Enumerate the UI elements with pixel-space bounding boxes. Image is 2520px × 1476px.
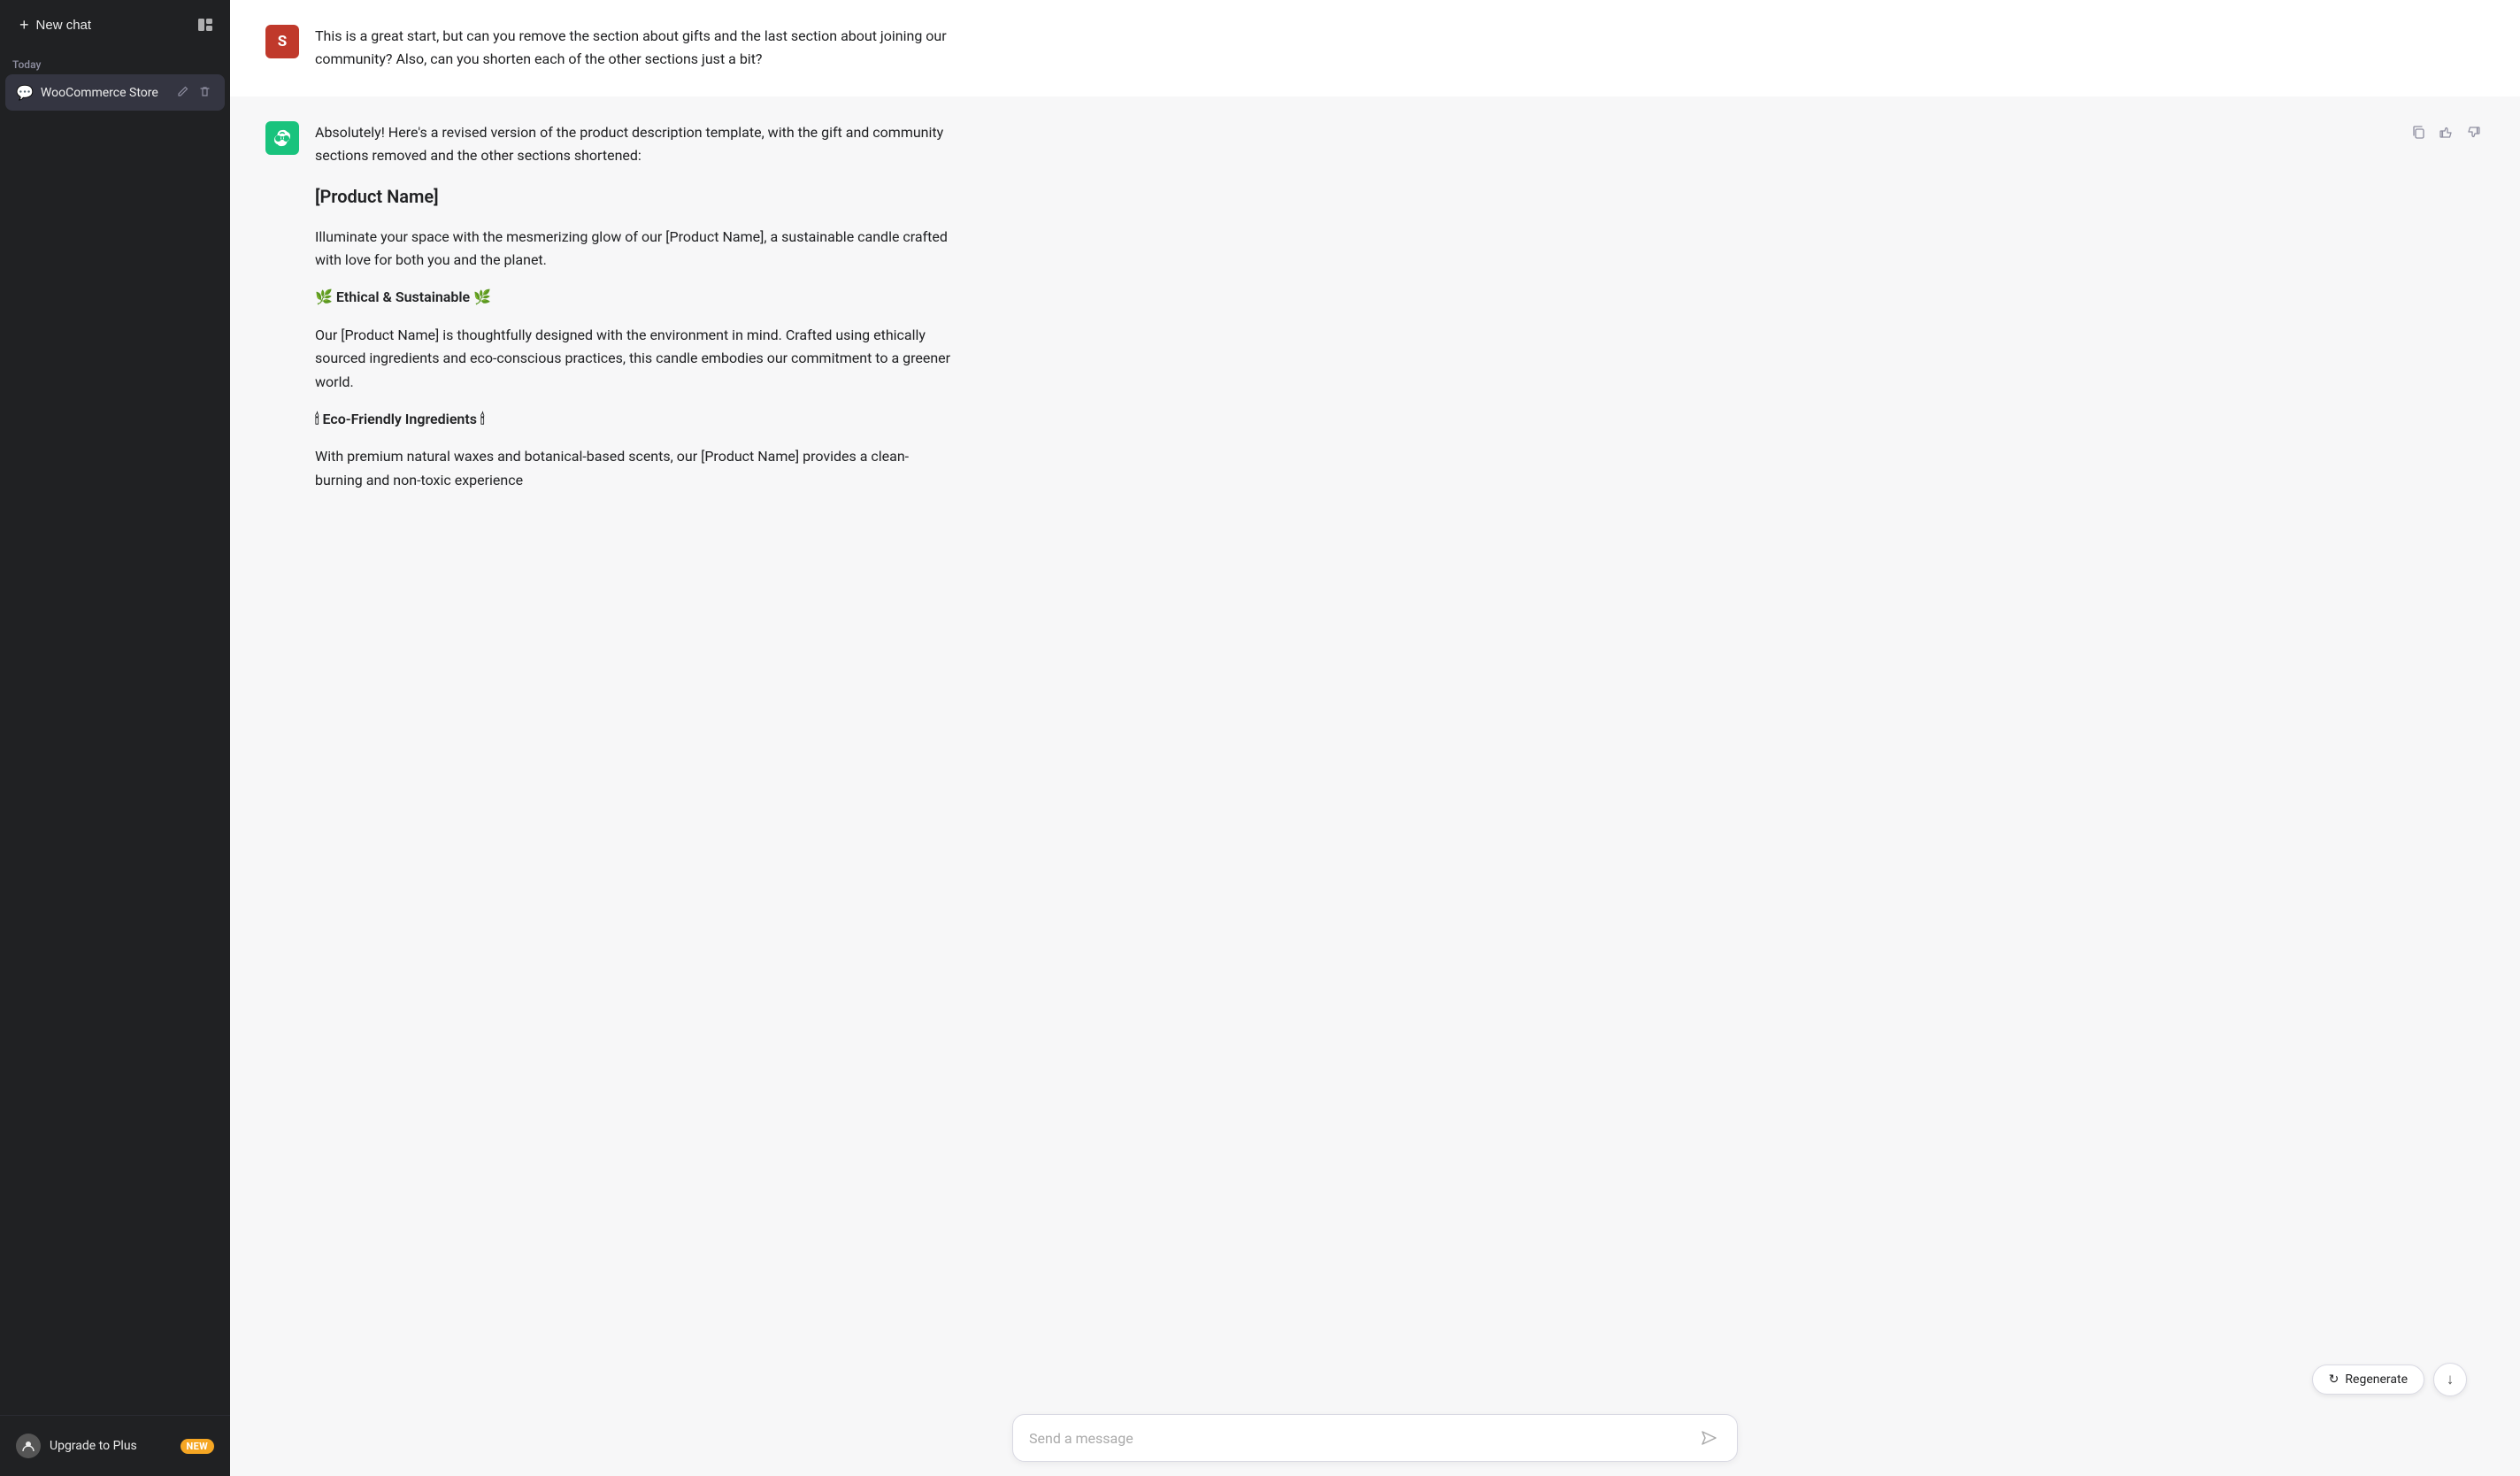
ai-message: Absolutely! Here's a revised version of … bbox=[230, 96, 2520, 517]
scroll-down-button[interactable]: ↓ bbox=[2433, 1363, 2467, 1396]
floating-buttons: ↻ Regenerate ↓ bbox=[2312, 1363, 2467, 1396]
sidebar-toggle-button[interactable] bbox=[189, 9, 221, 41]
user-avatar: S bbox=[265, 25, 299, 58]
regenerate-button[interactable]: ↻ Regenerate bbox=[2312, 1365, 2424, 1395]
ai-intro: Absolutely! Here's a revised version of … bbox=[315, 121, 952, 168]
upgrade-item[interactable]: Upgrade to Plus NEW bbox=[5, 1425, 225, 1467]
thumbsup-icon bbox=[2439, 125, 2454, 140]
new-chat-button[interactable]: + New chat bbox=[11, 10, 182, 40]
ai-content: Absolutely! Here's a revised version of … bbox=[315, 121, 952, 492]
layout-icon bbox=[196, 16, 214, 34]
message-input[interactable] bbox=[1029, 1430, 1696, 1447]
ai-section-3-title: 🕯 Eco-Friendly Ingredients 🕯 bbox=[315, 411, 485, 427]
chat-item-woocommerce[interactable]: 💬 WooCommerce Store bbox=[5, 74, 225, 111]
chat-item-label: WooCommerce Store bbox=[41, 86, 166, 100]
send-icon bbox=[1700, 1429, 1717, 1447]
sidebar: + New chat Today 💬 WooCommerce Store bbox=[0, 0, 230, 1476]
new-badge: NEW bbox=[181, 1439, 214, 1454]
chat-area: S This is a great start, but can you rem… bbox=[230, 0, 2520, 1403]
thumbsdown-button[interactable] bbox=[2462, 121, 2485, 146]
user-message-text: This is a great start, but can you remov… bbox=[315, 25, 952, 72]
copy-button[interactable] bbox=[2408, 121, 2430, 146]
delete-chat-button[interactable] bbox=[196, 82, 214, 103]
regenerate-label: Regenerate bbox=[2345, 1372, 2408, 1387]
main-chat: S This is a great start, but can you rem… bbox=[230, 0, 2520, 1476]
chat-item-actions bbox=[173, 82, 214, 103]
user-avatar-icon bbox=[16, 1434, 41, 1458]
regenerate-icon: ↻ bbox=[2329, 1372, 2339, 1387]
scroll-down-icon: ↓ bbox=[2447, 1371, 2455, 1388]
input-area bbox=[230, 1403, 2520, 1476]
chat-item-icon: 💬 bbox=[16, 84, 34, 101]
pencil-icon bbox=[176, 85, 189, 98]
trash-icon bbox=[198, 85, 211, 98]
ai-section-2-title: 🌿 Ethical & Sustainable 🌿 bbox=[315, 288, 491, 305]
ai-actions bbox=[2408, 121, 2485, 146]
thumbsdown-icon bbox=[2466, 125, 2481, 140]
thumbsup-button[interactable] bbox=[2435, 121, 2457, 146]
ai-avatar bbox=[265, 121, 299, 155]
today-label: Today bbox=[0, 50, 230, 74]
new-chat-label: New chat bbox=[36, 18, 92, 33]
copy-icon bbox=[2411, 125, 2426, 140]
sidebar-bottom: Upgrade to Plus NEW bbox=[0, 1415, 230, 1476]
sidebar-top: + New chat bbox=[0, 0, 230, 50]
ai-paragraph-2: Our [Product Name] is thoughtfully desig… bbox=[315, 324, 952, 394]
input-wrapper bbox=[1012, 1414, 1738, 1462]
edit-chat-button[interactable] bbox=[173, 82, 192, 103]
send-button[interactable] bbox=[1696, 1427, 1721, 1449]
user-message: S This is a great start, but can you rem… bbox=[230, 0, 2520, 96]
openai-logo-icon bbox=[273, 128, 292, 148]
ai-paragraph-1: Illuminate your space with the mesmerizi… bbox=[315, 226, 952, 273]
ai-product-name: [Product Name] bbox=[315, 182, 952, 211]
ai-paragraph-3: With premium natural waxes and botanical… bbox=[315, 445, 952, 492]
upgrade-label: Upgrade to Plus bbox=[50, 1439, 172, 1453]
plus-icon: + bbox=[19, 17, 29, 33]
